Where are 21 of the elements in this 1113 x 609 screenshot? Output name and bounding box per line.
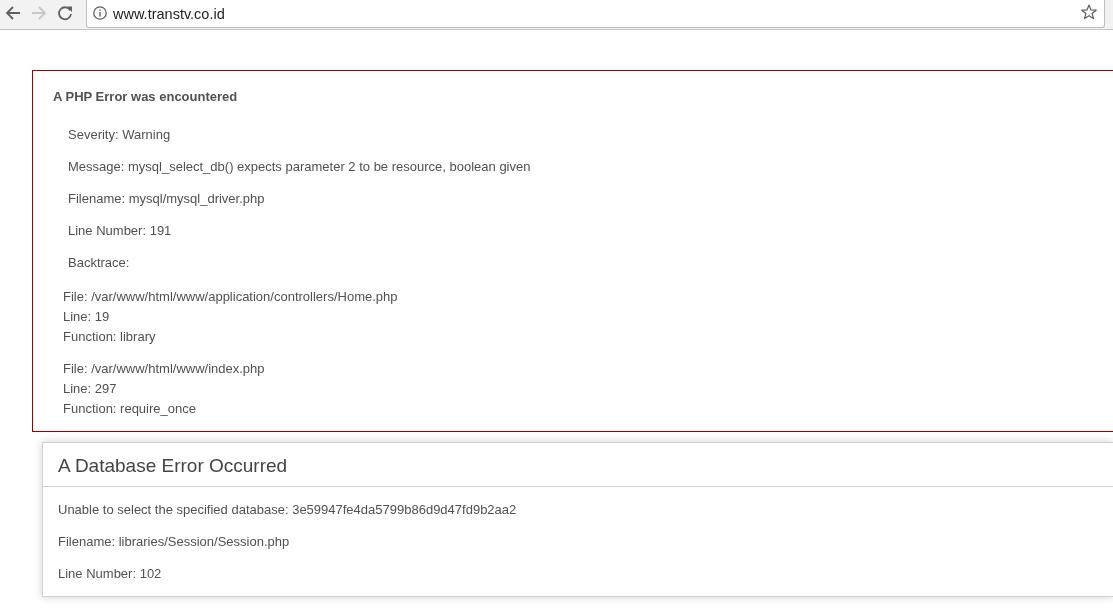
info-icon[interactable] xyxy=(93,6,107,20)
reload-icon[interactable] xyxy=(57,5,73,21)
error-title: A PHP Error was encountered xyxy=(53,89,239,105)
database-error-title: A Database Error Occurred xyxy=(58,454,288,478)
error-detail: Line Number: 191 xyxy=(68,223,173,239)
backtrace-line: Function: library xyxy=(63,328,157,346)
error-detail: Severity: Warning xyxy=(68,127,172,143)
backtrace-line: File: /var/www/html/www/application/controllers/Home.php xyxy=(63,288,399,306)
backtrace-line: Line: 19 xyxy=(63,308,111,326)
error-detail: Line Number: 102 xyxy=(58,566,163,582)
backtrace-line: Function: require_once xyxy=(63,400,197,418)
error-detail: Backtrace: xyxy=(68,255,131,271)
error-detail: Message: mysql_select_db() expects parameter 2 to be resource, boolean given xyxy=(68,159,532,175)
backtrace-line: Line: 297 xyxy=(63,380,118,398)
error-detail: Filename: libraries/Session/Session.php xyxy=(58,534,291,550)
error-detail: Unable to select the specified database: 3e59947fe4da5799b86d9d47fd9b2aa2 xyxy=(58,502,518,518)
left-arrow-icon[interactable] xyxy=(5,5,21,21)
error-detail: Filename: mysql/mysql_driver.php xyxy=(68,191,266,207)
address-bar[interactable]: www.transtv.co.id xyxy=(86,0,1105,28)
backtrace-line: File: /var/www/html/www/index.php xyxy=(63,360,266,378)
star-icon[interactable] xyxy=(1081,4,1097,20)
